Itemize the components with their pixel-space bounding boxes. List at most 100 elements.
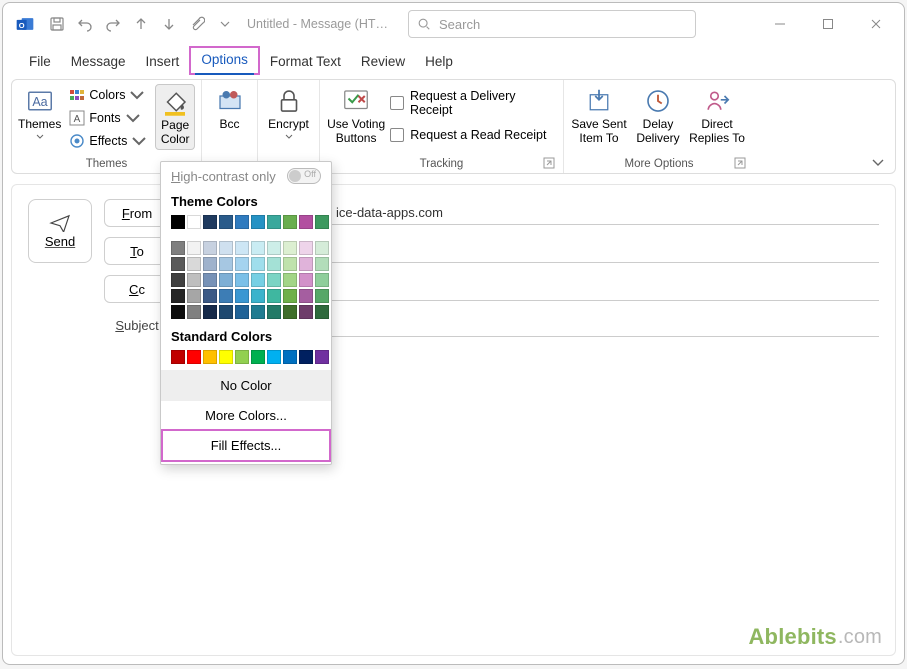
color-swatch[interactable]	[267, 289, 281, 303]
color-swatch[interactable]	[283, 257, 297, 271]
color-swatch[interactable]	[299, 241, 313, 255]
tab-review[interactable]: Review	[351, 50, 415, 75]
color-swatch[interactable]	[235, 289, 249, 303]
color-swatch[interactable]	[187, 215, 201, 229]
color-swatch[interactable]	[171, 257, 185, 271]
page-color-button[interactable]: Page Color	[155, 84, 195, 150]
color-swatch[interactable]	[203, 305, 217, 319]
undo-button[interactable]	[73, 12, 97, 36]
color-swatch[interactable]	[251, 257, 265, 271]
delay-delivery-button[interactable]: Delay Delivery	[632, 84, 684, 150]
color-swatch[interactable]	[299, 305, 313, 319]
effects-button[interactable]: Effects	[65, 130, 151, 151]
color-swatch[interactable]	[267, 241, 281, 255]
color-swatch[interactable]	[203, 241, 217, 255]
color-swatch[interactable]	[251, 289, 265, 303]
color-swatch[interactable]	[187, 305, 201, 319]
color-swatch[interactable]	[171, 305, 185, 319]
color-swatch[interactable]	[219, 350, 233, 364]
tab-insert[interactable]: Insert	[136, 50, 190, 75]
dialog-launcher-icon[interactable]	[543, 157, 555, 169]
color-swatch[interactable]	[299, 273, 313, 287]
color-swatch[interactable]	[235, 273, 249, 287]
read-receipt-checkbox[interactable]: Request a Read Receipt	[390, 122, 557, 148]
colors-button[interactable]: Colors	[65, 84, 151, 105]
color-swatch[interactable]	[219, 289, 233, 303]
color-swatch[interactable]	[267, 215, 281, 229]
attach-icon[interactable]	[185, 12, 209, 36]
tab-file[interactable]: File	[19, 50, 61, 75]
color-swatch[interactable]	[283, 305, 297, 319]
color-swatch[interactable]	[267, 305, 281, 319]
color-swatch[interactable]	[251, 215, 265, 229]
color-swatch[interactable]	[315, 257, 329, 271]
color-swatch[interactable]	[251, 305, 265, 319]
encrypt-button[interactable]: Encrypt	[264, 84, 313, 150]
color-swatch[interactable]	[171, 241, 185, 255]
color-swatch[interactable]	[251, 241, 265, 255]
color-swatch[interactable]	[267, 257, 281, 271]
tab-format-text[interactable]: Format Text	[260, 50, 351, 75]
color-swatch[interactable]	[235, 241, 249, 255]
color-swatch[interactable]	[187, 257, 201, 271]
color-swatch[interactable]	[187, 289, 201, 303]
color-swatch[interactable]	[203, 350, 217, 364]
color-swatch[interactable]	[187, 273, 201, 287]
color-swatch[interactable]	[251, 350, 265, 364]
color-swatch[interactable]	[299, 289, 313, 303]
color-swatch[interactable]	[219, 257, 233, 271]
color-swatch[interactable]	[315, 273, 329, 287]
color-swatch[interactable]	[283, 241, 297, 255]
themes-button[interactable]: Aa Themes	[18, 84, 61, 150]
color-swatch[interactable]	[235, 305, 249, 319]
color-swatch[interactable]	[235, 215, 249, 229]
bcc-button[interactable]: Bcc	[208, 84, 251, 150]
color-swatch[interactable]	[219, 273, 233, 287]
minimize-button[interactable]	[758, 9, 802, 39]
tab-options[interactable]: Options	[189, 46, 260, 75]
fill-effects-item[interactable]: Fill Effects...	[161, 429, 331, 462]
color-swatch[interactable]	[283, 350, 297, 364]
color-swatch[interactable]	[219, 241, 233, 255]
color-swatch[interactable]	[315, 350, 329, 364]
send-button[interactable]: Send	[28, 199, 92, 263]
tab-help[interactable]: Help	[415, 50, 463, 75]
voting-button[interactable]: Use Voting Buttons	[326, 84, 386, 150]
color-swatch[interactable]	[299, 257, 313, 271]
no-color-item[interactable]: No Color	[161, 370, 331, 400]
color-swatch[interactable]	[283, 289, 297, 303]
dialog-launcher-icon[interactable]	[734, 157, 746, 169]
color-swatch[interactable]	[171, 273, 185, 287]
color-swatch[interactable]	[267, 273, 281, 287]
close-button[interactable]	[854, 9, 898, 39]
color-swatch[interactable]	[187, 350, 201, 364]
save-button[interactable]	[45, 12, 69, 36]
high-contrast-toggle[interactable]: High-contrast only Off	[161, 162, 331, 190]
color-swatch[interactable]	[283, 215, 297, 229]
qat-more-icon[interactable]	[213, 12, 237, 36]
color-swatch[interactable]	[203, 289, 217, 303]
color-swatch[interactable]	[267, 350, 281, 364]
redo-button[interactable]	[101, 12, 125, 36]
search-input[interactable]: Search	[408, 10, 696, 38]
color-swatch[interactable]	[315, 289, 329, 303]
color-swatch[interactable]	[315, 215, 329, 229]
more-colors-item[interactable]: More Colors...	[161, 400, 331, 430]
tab-message[interactable]: Message	[61, 50, 136, 75]
color-swatch[interactable]	[315, 305, 329, 319]
color-swatch[interactable]	[235, 257, 249, 271]
color-swatch[interactable]	[219, 305, 233, 319]
maximize-button[interactable]	[806, 9, 850, 39]
color-swatch[interactable]	[203, 273, 217, 287]
save-sent-button[interactable]: Save Sent Item To	[570, 84, 628, 150]
color-swatch[interactable]	[203, 257, 217, 271]
color-swatch[interactable]	[315, 241, 329, 255]
direct-replies-button[interactable]: Direct Replies To	[688, 84, 746, 150]
color-swatch[interactable]	[235, 350, 249, 364]
color-swatch[interactable]	[171, 289, 185, 303]
color-swatch[interactable]	[299, 215, 313, 229]
color-swatch[interactable]	[283, 273, 297, 287]
color-swatch[interactable]	[203, 215, 217, 229]
color-swatch[interactable]	[187, 241, 201, 255]
up-arrow-icon[interactable]	[129, 12, 153, 36]
